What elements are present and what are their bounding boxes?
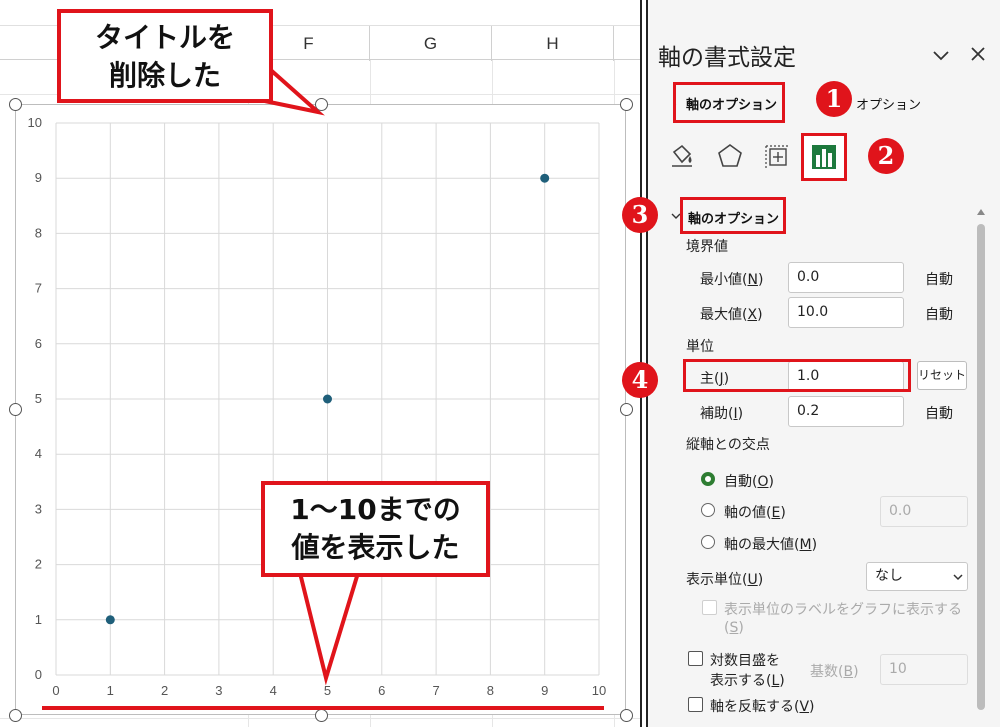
tab-text-options[interactable]: オプション: [856, 94, 921, 113]
x-tick-label: 6: [378, 683, 385, 698]
y-tick-label: 7: [35, 281, 42, 296]
scatter-chart[interactable]: 0 1 2 3 4 5 6 7 8 9 10 0 1 2 3 4 5 6 7 8 9 10: [15, 104, 626, 715]
step-badge-4: 4: [622, 362, 658, 398]
units-heading: 単位: [686, 339, 714, 355]
max-bound-auto[interactable]: 自動: [925, 304, 953, 324]
y-tick-label: 1: [35, 612, 42, 627]
y-tick-label: 5: [35, 391, 42, 406]
data-point: [540, 173, 550, 183]
x-tick-label: 10: [592, 683, 606, 698]
resize-handle-top[interactable]: [315, 98, 328, 111]
log-scale-checkbox[interactable]: [688, 651, 703, 666]
scroll-thumb[interactable]: [977, 224, 985, 710]
step-badge-1: 1: [816, 81, 852, 117]
x-tick-label: 0: [52, 683, 59, 698]
highlight-box-3: [680, 197, 786, 234]
crosses-heading: 縦軸との交点: [686, 437, 770, 453]
max-bound-input[interactable]: 10.0: [788, 297, 904, 328]
log-base-input[interactable]: 10: [880, 654, 968, 685]
y-tick-label: 6: [35, 336, 42, 351]
callout-title-removed: タイトルを 削除した: [57, 9, 273, 103]
callout-text: 値を表示した: [291, 531, 460, 564]
scroll-up-icon[interactable]: [976, 208, 986, 216]
y-tick-label: 0: [35, 667, 42, 682]
chart-plot: 0 1 2 3 4 5 6 7 8 9 10 0 1 2 3 4 5 6 7 8 9 10: [28, 115, 607, 698]
y-tick-label: 4: [35, 446, 42, 461]
resize-handle-bottom-left[interactable]: [9, 709, 22, 722]
x-tick-label: 2: [161, 683, 168, 698]
column-header-h[interactable]: H: [492, 26, 614, 61]
crosses-value-radio[interactable]: [701, 503, 715, 517]
highlight-box-4: [683, 359, 911, 392]
show-display-units-label: 表示単位のラベルをグラフに表示する: [724, 602, 962, 618]
highlight-box-1: [673, 82, 785, 123]
y-tick-label: 3: [35, 501, 42, 516]
crosses-auto-radio[interactable]: [701, 472, 715, 486]
bounds-heading: 境界値: [686, 239, 728, 255]
fill-line-icon[interactable]: [668, 142, 696, 170]
spreadsheet[interactable]: F G H 0 1 2 3 4 5 6 7 8 9 10 0 1 2 3 4 5 6 7 8 9 10 タイトルを 削除し…: [0, 0, 640, 727]
data-point: [105, 615, 115, 625]
column-header-g[interactable]: G: [370, 26, 492, 61]
x-tick-label: 5: [324, 683, 331, 698]
min-bound-auto[interactable]: 自動: [925, 269, 953, 289]
minor-unit-auto[interactable]: 自動: [925, 403, 953, 423]
crosses-value-input[interactable]: 0.0: [880, 496, 968, 527]
minor-unit-input[interactable]: 0.2: [788, 396, 904, 427]
data-point: [323, 394, 332, 404]
reverse-axis-checkbox[interactable]: [688, 697, 703, 712]
min-bound-input[interactable]: 0.0: [788, 262, 904, 293]
y-tick-label: 10: [28, 115, 42, 130]
format-axis-pane: 軸の書式設定 軸のオプション オプション 1 2 3 軸のオプション 境界値 最…: [622, 0, 1000, 727]
resize-handle-bottom-right[interactable]: [620, 709, 633, 722]
resize-handle-right[interactable]: [620, 403, 633, 416]
resize-handle-left[interactable]: [9, 403, 22, 416]
resize-handle-top-left[interactable]: [9, 98, 22, 111]
show-display-units-checkbox[interactable]: [702, 600, 717, 615]
y-tick-label: 9: [35, 170, 42, 185]
max-bound-label: 最大値(X): [700, 307, 763, 323]
log-scale-label-2: 表示する(L): [710, 673, 785, 689]
step-badge-3: 3: [622, 197, 658, 233]
x-tick-label: 3: [215, 683, 222, 698]
x-tick-label: 8: [487, 683, 494, 698]
crosses-max-radio[interactable]: [701, 535, 715, 549]
crosses-max-label[interactable]: 軸の最大値(M): [724, 534, 817, 554]
step-badge-2: 2: [868, 138, 904, 174]
crosses-auto-label[interactable]: 自動(O): [724, 471, 774, 491]
log-scale-label: 対数目盛を: [710, 653, 780, 669]
axis-options-icon[interactable]: [810, 143, 838, 171]
crosses-value-label[interactable]: 軸の値(E): [724, 502, 786, 522]
y-tick-label: 8: [35, 225, 42, 240]
minor-unit-label: 補助(I): [700, 406, 744, 422]
x-tick-label: 4: [270, 683, 277, 698]
pane-title: 軸の書式設定: [658, 45, 796, 71]
show-display-units-label-2: (S): [724, 620, 744, 636]
x-tick-label: 7: [432, 683, 439, 698]
resize-handle-top-right[interactable]: [620, 98, 633, 111]
reset-button[interactable]: リセット: [917, 361, 967, 390]
close-icon[interactable]: [968, 44, 988, 64]
x-tick-label: 9: [541, 683, 548, 698]
callout-text: 1～10までの: [290, 493, 461, 526]
chevron-down-icon[interactable]: [930, 44, 952, 66]
chevron-down-icon[interactable]: [952, 571, 964, 583]
min-bound-label: 最小値(N): [700, 272, 764, 288]
callout-axis-range: 1～10までの 値を表示した: [261, 481, 490, 577]
callout-text: タイトルを: [94, 21, 235, 54]
callout-text: 削除した: [108, 59, 221, 92]
y-tick-label: 2: [35, 557, 42, 572]
resize-handle-bottom[interactable]: [315, 709, 328, 722]
x-tick-label: 1: [107, 683, 114, 698]
display-units-label: 表示単位(U): [686, 572, 764, 588]
effects-icon[interactable]: [716, 142, 744, 170]
size-properties-icon[interactable]: [763, 142, 791, 170]
log-base-label: 基数(B): [810, 664, 859, 680]
reverse-axis-label: 軸を反転する(V): [710, 699, 815, 715]
